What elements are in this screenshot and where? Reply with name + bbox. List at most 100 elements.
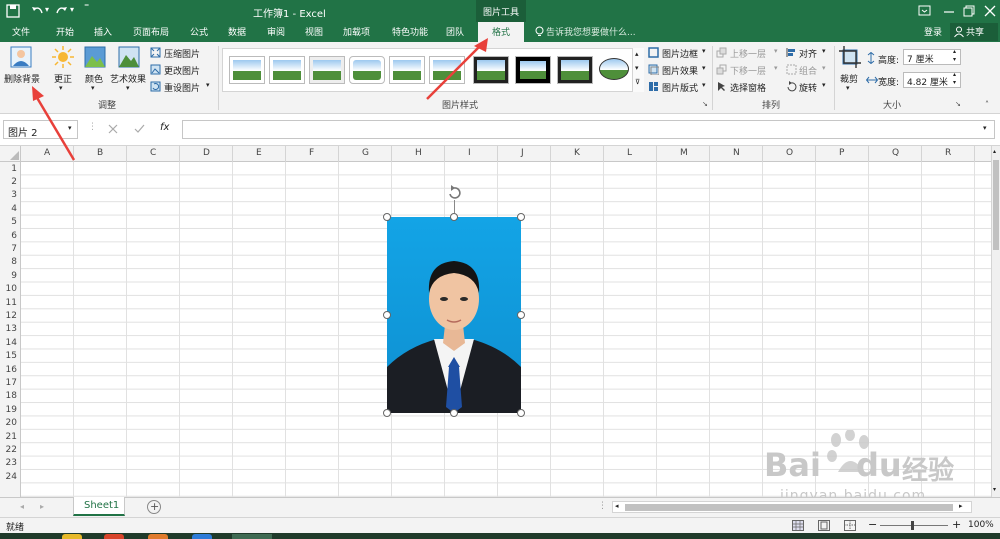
style-thumb-3[interactable] [309, 56, 345, 84]
picture-layout-button[interactable]: 图片版式 ▾ [648, 80, 708, 94]
close-icon[interactable] [983, 4, 997, 18]
split-grip-icon[interactable]: ⋮ [598, 501, 607, 511]
column-header[interactable]: K [574, 148, 580, 158]
artistic-effects-button[interactable]: 艺术效果 ▾ [110, 46, 148, 96]
tab-data[interactable]: 数据 [228, 25, 246, 38]
picture-border-button[interactable]: 图片边框 ▾ [648, 46, 708, 60]
group-button[interactable]: 组合 ▾ [786, 63, 830, 77]
height-input[interactable]: 7 厘米 ▴ ▾ [903, 48, 961, 65]
row-header[interactable]: 11 [6, 298, 17, 308]
send-backward-button[interactable]: 下移一层 ▾ [716, 63, 782, 77]
row-header[interactable]: 2 [11, 177, 17, 187]
bring-forward-button[interactable]: 上移一层 ▾ [716, 46, 782, 60]
zoom-in-icon[interactable]: + [952, 518, 961, 531]
tab-format[interactable]: 格式 [478, 22, 524, 42]
column-header[interactable]: I [468, 148, 471, 158]
size-launcher-icon[interactable]: ↘ [955, 100, 961, 108]
row-header[interactable]: 16 [6, 365, 17, 375]
column-header[interactable]: C [150, 148, 156, 158]
scroll-up-icon[interactable]: ▴ [993, 148, 996, 155]
height-up-icon[interactable]: ▴ [953, 48, 956, 55]
normal-view-icon[interactable] [792, 520, 804, 531]
formula-input[interactable]: ▾ [182, 120, 995, 139]
color-button[interactable]: 颜色 ▾ [82, 46, 108, 96]
column-header[interactable]: B [97, 148, 103, 158]
style-thumb-6[interactable] [429, 56, 465, 84]
width-up-icon[interactable]: ▴ [953, 71, 956, 78]
gallery-more-icon[interactable]: ⊽ [635, 78, 640, 86]
zoom-slider[interactable] [880, 525, 948, 526]
tab-review[interactable]: 审阅 [267, 25, 285, 38]
column-header[interactable]: Q [892, 148, 899, 158]
column-header[interactable]: M [680, 148, 688, 158]
selection-pane-button[interactable]: 选择窗格 [716, 80, 782, 94]
height-down-icon[interactable]: ▾ [953, 56, 956, 63]
width-input[interactable]: 4.82 厘米 ▴ ▾ [903, 71, 961, 88]
zoom-out-icon[interactable]: − [868, 518, 877, 531]
resize-handle-bottom-left[interactable] [383, 409, 391, 417]
row-header[interactable]: 15 [6, 351, 17, 361]
row-header[interactable]: 3 [11, 190, 17, 200]
undo-dropdown-icon[interactable]: ▾ [45, 5, 49, 14]
next-sheet-icon[interactable]: ▸ [40, 502, 44, 511]
redo-dropdown-icon[interactable]: ▾ [70, 5, 74, 14]
column-header[interactable]: N [733, 148, 740, 158]
redo-icon[interactable] [55, 4, 69, 18]
remove-background-button[interactable]: 删除背景 [2, 46, 40, 92]
customize-qat-icon[interactable]: ⁼ [84, 2, 89, 13]
tab-page-layout[interactable]: 页面布局 [133, 25, 169, 38]
resize-handle-bottom-right[interactable] [517, 409, 525, 417]
column-header[interactable]: A [44, 148, 50, 158]
vertical-scroll-thumb[interactable] [993, 160, 999, 250]
row-header[interactable]: 8 [11, 257, 17, 267]
tab-addins[interactable]: 加载项 [343, 25, 370, 38]
column-header[interactable]: E [256, 148, 262, 158]
photo-picture[interactable] [387, 217, 521, 413]
ribbon-display-icon[interactable] [918, 4, 932, 18]
row-header[interactable]: 10 [6, 284, 17, 294]
row-header[interactable]: 6 [11, 231, 17, 241]
name-box[interactable]: 图片 2 ▾ [3, 120, 78, 139]
enter-icon[interactable] [134, 124, 145, 134]
horizontal-scrollbar[interactable]: ◂ ▸ [612, 501, 972, 513]
taskbar-app-2[interactable] [104, 534, 124, 539]
resize-handle-bottom[interactable] [450, 409, 458, 417]
save-icon[interactable] [6, 4, 20, 18]
style-thumb-8[interactable] [515, 56, 551, 84]
column-header[interactable]: O [786, 148, 793, 158]
tell-me-input[interactable]: 告诉我您想要做什么... [546, 25, 636, 38]
column-header[interactable]: G [362, 148, 369, 158]
row-header[interactable]: 1 [11, 164, 17, 174]
column-header[interactable]: D [203, 148, 210, 158]
select-all-button[interactable] [0, 146, 21, 162]
scroll-right-icon[interactable]: ▸ [959, 502, 963, 510]
page-layout-view-icon[interactable] [818, 520, 830, 531]
expand-formula-icon[interactable]: ▾ [983, 124, 987, 132]
row-header[interactable]: 12 [6, 311, 17, 321]
resize-handle-top-right[interactable] [517, 213, 525, 221]
rotate-handle-icon[interactable] [446, 185, 464, 201]
prev-sheet-icon[interactable]: ◂ [20, 502, 24, 511]
row-header[interactable]: 17 [6, 378, 17, 388]
styles-launcher-icon[interactable]: ↘ [702, 100, 708, 108]
collapse-ribbon-icon[interactable]: ˄ [985, 100, 989, 109]
scroll-down-icon[interactable]: ▾ [993, 486, 996, 493]
gallery-down-icon[interactable]: ▾ [635, 64, 639, 72]
crop-button[interactable]: 裁剪 ▾ [837, 46, 863, 96]
change-picture-button[interactable]: 更改图片 [150, 63, 212, 77]
rotate-button[interactable]: 旋转 ▾ [786, 80, 830, 94]
restore-icon[interactable] [962, 4, 976, 18]
login-link[interactable]: 登录 [924, 25, 942, 38]
tab-formulas[interactable]: 公式 [190, 25, 208, 38]
column-header[interactable]: R [945, 148, 951, 158]
style-thumb-5[interactable] [389, 56, 425, 84]
sheet-tab-sheet1[interactable]: Sheet1 [73, 497, 125, 516]
undo-icon[interactable] [30, 4, 44, 18]
taskbar-app-5[interactable] [232, 534, 272, 539]
style-thumb-4[interactable] [349, 56, 385, 84]
zoom-slider-thumb[interactable] [911, 521, 914, 530]
taskbar-app-1[interactable] [62, 534, 82, 539]
horizontal-scroll-thumb[interactable] [625, 504, 953, 511]
resize-handle-right[interactable] [517, 311, 525, 319]
width-down-icon[interactable]: ▾ [953, 79, 956, 86]
